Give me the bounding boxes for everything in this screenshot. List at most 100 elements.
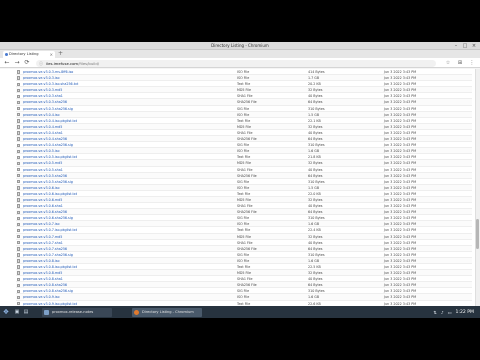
extensions-icon[interactable]: ⊞ — [456, 59, 464, 67]
minimize-icon[interactable]: – — [453, 43, 459, 49]
scrollbar-thumb[interactable] — [475, 219, 480, 249]
file-size: 40 Bytes — [308, 204, 323, 209]
file-size: 414 Bytes — [308, 70, 325, 74]
file-type: SIG File — [237, 106, 250, 111]
terminal-icon[interactable]: ▤ — [23, 309, 29, 315]
file-name-link[interactable]: proxmox-ve-v3.0.7.sha256.sig — [23, 252, 203, 258]
file-date: Jun 3 2022 3:43 PM — [384, 265, 417, 269]
file-type: SHA256 File — [237, 173, 257, 178]
address-bar[interactable]: ⓘ iles.imefuse.com/files/build/ — [36, 59, 436, 67]
file-name-link[interactable]: proxmox-ve-v3.0.4.sha256 — [23, 136, 203, 142]
file-size: 40 Bytes — [308, 130, 323, 135]
file-icon — [17, 125, 20, 129]
volume-icon[interactable]: ♪ — [441, 310, 444, 315]
file-name-link[interactable]: proxmox-ve-v3.0.7.sha1 — [23, 240, 203, 246]
reload-icon[interactable]: ⟳ — [23, 59, 31, 67]
new-tab-icon[interactable]: + — [58, 50, 63, 58]
close-tab-icon[interactable]: × — [50, 51, 53, 58]
taskbar-app-chromium-label: Directory Listing - Chromium — [142, 309, 194, 314]
file-size: 1.6 GB — [308, 222, 320, 227]
file-name-link[interactable]: proxmox-ve-v3.0.8.sha256 — [23, 282, 203, 288]
files-icon[interactable]: ▣ — [14, 309, 20, 315]
file-size: 310 Bytes — [308, 179, 325, 184]
file-name-link[interactable]: proxmox-ve-v3.0.3-ms-8ff6.iso — [23, 69, 203, 75]
file-name-link[interactable]: proxmox-ve-v3.0.6.sha1 — [23, 203, 203, 209]
file-name-link[interactable]: proxmox-ve-v3.0.4.sha1 — [23, 130, 203, 136]
file-name-link[interactable]: proxmox-ve-v3.0.5.md5 — [23, 160, 203, 166]
file-name-link[interactable]: proxmox-ve-v3.0.8.md5 — [23, 270, 203, 276]
file-name-link[interactable]: proxmox-ve-v3.0.5.sha1 — [23, 167, 203, 173]
file-name-link[interactable]: proxmox-ve-v3.0.3.md5 — [23, 87, 203, 93]
file-date: Jun 3 2022 3:43 PM — [384, 155, 417, 160]
browser-window: Directory Listing - Chromium – □ × Direc… — [0, 42, 480, 318]
file-date: Jun 3 2022 3:43 PM — [384, 185, 417, 190]
file-icon — [17, 88, 20, 93]
file-size: 20.2 KB — [308, 82, 321, 87]
file-type: SHA1 File — [237, 204, 253, 209]
file-size: 310 Bytes — [308, 106, 325, 111]
file-date: Jun 3 2022 3:43 PM — [384, 277, 417, 282]
file-listing: proxmox-ve-v3.0.3-ms-8ff6.iso ISO File 414… — [16, 69, 472, 307]
file-icon — [17, 155, 20, 160]
file-name-link[interactable]: proxmox-ve-v3.0.9.iso — [23, 294, 203, 300]
file-type: SHA256 File — [237, 283, 257, 288]
tab-directory-listing[interactable]: Directory Listing × — [3, 51, 55, 58]
file-type: Text File — [237, 118, 251, 123]
file-type: MD5 File — [237, 234, 252, 239]
file-name-link[interactable]: proxmox-ve-v3.0.8.sha1 — [23, 276, 203, 282]
file-size: 32 Bytes — [308, 271, 323, 276]
taskbar-app-notes[interactable]: proxmox-release-notes — [42, 307, 112, 317]
file-type: ISO File — [237, 76, 250, 81]
file-name-link[interactable]: proxmox-ve-v3.0.5.iso — [23, 148, 203, 154]
file-name-link[interactable]: proxmox-ve-v3.0.4.md5 — [23, 124, 203, 130]
file-name-link[interactable]: proxmox-ve-v3.0.4.sha256.sig — [23, 142, 203, 148]
file-type: ISO File — [237, 112, 250, 117]
file-name-link[interactable]: proxmox-ve-v3.0.7.iso — [23, 221, 203, 227]
file-name-link[interactable]: proxmox-ve-v3.0.7.iso.pkglist.txt — [23, 227, 203, 233]
maximize-icon[interactable]: □ — [462, 43, 468, 49]
file-type: SHA1 File — [237, 240, 253, 245]
file-name-link[interactable]: proxmox-ve-v3.0.6.sha256.sig — [23, 215, 203, 221]
file-date: Jun 3 2022 3:43 PM — [384, 149, 417, 154]
file-name-link[interactable]: proxmox-ve-v3.0.8.sha256.sig — [23, 288, 203, 294]
battery-icon[interactable]: ▭ — [448, 310, 452, 315]
file-name-link[interactable]: proxmox-ve-v3.0.3.iso — [23, 75, 203, 81]
file-icon — [17, 234, 20, 239]
forward-icon[interactable]: → — [13, 59, 21, 67]
file-name-link[interactable]: proxmox-ve-v3.0.6.md5 — [23, 197, 203, 203]
file-name-link[interactable]: proxmox-ve-v3.0.8.iso.pkglist.txt — [23, 264, 203, 270]
file-name-link[interactable]: proxmox-ve-v3.0.6.iso — [23, 185, 203, 191]
file-name-link[interactable]: proxmox-ve-v3.0.6.sha256 — [23, 209, 203, 215]
file-date: Jun 3 2022 3:43 PM — [384, 143, 417, 148]
taskbar-app-chromium[interactable]: Directory Listing - Chromium — [132, 307, 202, 317]
file-name-link[interactable]: proxmox-ve-v3.0.5.iso.pkglist.txt — [23, 154, 203, 160]
file-type: MD5 File — [237, 161, 252, 166]
file-icon — [17, 149, 20, 153]
menu-icon[interactable]: ⋮ — [468, 59, 476, 67]
file-name-link[interactable]: proxmox-ve-v3.0.3.sha1 — [23, 93, 203, 99]
file-name-link[interactable]: proxmox-ve-v3.0.6.iso.pkglist.txt — [23, 191, 203, 197]
network-icon[interactable]: ⇅ — [433, 310, 437, 315]
file-icon — [17, 186, 20, 190]
file-name-link[interactable]: proxmox-ve-v3.0.4.iso.pkglist.txt — [23, 118, 203, 124]
file-name-link[interactable]: proxmox-ve-v3.0.3.iso.sha256.txt — [23, 81, 203, 87]
toolbar-icons: ☆ ⊞ ⋮ — [444, 59, 476, 67]
scrollbar[interactable] — [475, 69, 480, 310]
file-name-link[interactable]: proxmox-ve-v3.0.7.md5 — [23, 234, 203, 240]
file-name-link[interactable]: proxmox-ve-v3.0.4.iso — [23, 112, 203, 118]
back-icon[interactable]: ← — [3, 59, 11, 67]
file-name-link[interactable]: proxmox-ve-v3.0.5.sha256 — [23, 173, 203, 179]
file-name-link[interactable]: proxmox-ve-v3.0.3.sha256 — [23, 99, 203, 105]
bookmark-star-icon[interactable]: ☆ — [444, 59, 452, 67]
file-size: 40 Bytes — [308, 277, 323, 282]
start-menu-icon[interactable]: ❖ — [2, 308, 10, 316]
file-name-link[interactable]: proxmox-ve-v3.0.5.sha256.sig — [23, 179, 203, 185]
file-name-link[interactable]: proxmox-ve-v3.0.7.sha256 — [23, 246, 203, 252]
file-icon — [17, 198, 20, 202]
site-info-icon[interactable]: ⓘ — [39, 60, 43, 67]
close-window-icon[interactable]: × — [471, 43, 477, 49]
file-name-link[interactable]: proxmox-ve-v3.0.3.sha256.sig — [23, 106, 203, 112]
file-icon — [17, 100, 20, 105]
file-name-link[interactable]: proxmox-ve-v3.0.8.iso — [23, 258, 203, 264]
clock[interactable]: 1:22 PM — [455, 310, 474, 315]
